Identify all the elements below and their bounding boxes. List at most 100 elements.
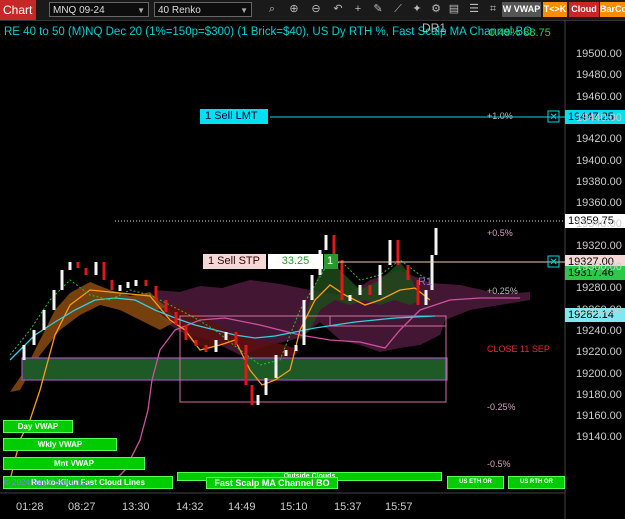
renko-brick [388, 240, 392, 265]
renko-brick [302, 300, 306, 345]
x-tick-label: 15:10 [280, 501, 308, 513]
y-tick-label: 19280.00 [576, 282, 622, 295]
renko-brick [224, 332, 228, 340]
y-tick-label: 19320.00 [576, 239, 622, 252]
renko-brick [52, 290, 56, 310]
search-icon[interactable]: ⌕ [265, 2, 279, 17]
chart-toolbar: Chart MNQ 09-24 ▼ 40 Renko ▼ ⌕ ⊕ ⊖ ↶ + ✎… [0, 0, 625, 21]
y-tick-label: 19500.00 [576, 48, 622, 60]
zoom-out-icon[interactable]: ⊖ [309, 2, 323, 17]
renko-brick [368, 285, 372, 295]
y-tick-label: 19460.00 [576, 90, 622, 103]
day-vwap-button[interactable]: Day VWAP [3, 420, 73, 433]
renko-brick [434, 228, 438, 255]
y-tick-label: 19340.00 [576, 218, 622, 231]
mnt-vwap-button[interactable]: Mnt VWAP [3, 457, 145, 470]
settings-icon[interactable]: ☰ [467, 2, 481, 17]
renko-brick [194, 340, 198, 346]
grid-icon[interactable]: ⌗ [486, 2, 500, 17]
renko-brick [214, 340, 218, 352]
x-tick-label: 15:37 [334, 501, 362, 513]
renko-brick [424, 290, 428, 305]
stp-pnl: 33.25 [268, 254, 323, 269]
trend-icon[interactable]: ⟋ [391, 2, 405, 17]
renko-brick [310, 275, 314, 300]
renko-brick [284, 350, 288, 356]
tk-button[interactable]: T<>K [543, 2, 567, 17]
fast-scalp-button[interactable]: Fast Scalp MA Channel BO [206, 477, 338, 489]
renko-brick [324, 235, 328, 250]
renko-brick [256, 395, 260, 405]
renko-brick [378, 265, 382, 295]
renko-brick [94, 262, 98, 275]
x-tick-label: 15:57 [385, 501, 413, 513]
y-tick-label: 19300.00 [576, 261, 622, 273]
us-rth-or-button[interactable]: US RTH OR [508, 476, 565, 489]
sell-stp-order[interactable]: 1 Sell STP [203, 254, 266, 269]
renko-brick [204, 345, 208, 352]
y-tick-label: 19480.00 [576, 69, 622, 82]
level-plus-025: +0.25% [487, 286, 518, 296]
x-tick-label: 14:49 [228, 501, 256, 513]
y-tick-label: 19260.00 [576, 303, 622, 316]
renko-brick [396, 240, 400, 265]
x-tick-label: 14:32 [176, 501, 204, 513]
renko-brick [164, 300, 168, 312]
renko-brick [32, 330, 36, 345]
y-tick-label: 19220.00 [576, 346, 622, 359]
renko-brick [264, 378, 268, 395]
strategy-icon[interactable]: ⚙ [429, 2, 443, 17]
wkly-vwap-button[interactable]: Wkly VWAP [3, 438, 117, 451]
renko-brick [102, 262, 106, 280]
chevron-down-icon: ▼ [137, 6, 145, 15]
renko-brick [134, 280, 138, 286]
level-minus-05: -0.5% [487, 459, 511, 469]
renko-brick [154, 286, 158, 300]
dr1-label: DR1 [422, 21, 447, 35]
cloud-button[interactable]: Cloud [569, 2, 599, 17]
stp-qty[interactable]: 1 [324, 254, 338, 269]
instrument-title: RE 40 to 50 (M)NQ Dec 20 (1%=150p=$300) … [4, 26, 533, 38]
top-percent-label: 0.49% 88.75 [489, 27, 551, 39]
svg-text:✕: ✕ [550, 112, 558, 123]
period-value: 40 Renko [158, 5, 201, 16]
pencil-icon[interactable]: ✎ [371, 2, 385, 17]
svg-text:✕: ✕ [550, 257, 558, 268]
y-tick-label: 19380.00 [576, 175, 622, 188]
x-tick-label: 13:30 [122, 501, 150, 513]
us-eth-or-button[interactable]: US ETH OR [447, 476, 504, 489]
period-selector[interactable]: 40 Renko ▼ [154, 2, 252, 17]
renko-brick [274, 355, 278, 378]
copyright: © 2024 NinjaTrader, LLC [4, 478, 93, 487]
renko-brick [358, 285, 362, 295]
star-icon[interactable]: ✦ [410, 2, 424, 17]
chevron-down-icon: ▼ [240, 6, 248, 15]
crosshair-icon[interactable]: + [351, 2, 365, 17]
renko-brick [250, 385, 254, 405]
undo-icon[interactable]: ↶ [331, 2, 345, 17]
barcolor-button[interactable]: BarCo [600, 2, 625, 17]
zoom-in-icon[interactable]: ⊕ [287, 2, 301, 17]
sell-lmt-order[interactable]: 1 Sell LMT [200, 109, 268, 124]
close-level: CLOSE 11 SEP [487, 344, 550, 354]
instrument-selector[interactable]: MNQ 09-24 ▼ [49, 2, 149, 17]
y-tick-label: 19160.00 [576, 410, 622, 423]
renko-brick [68, 262, 72, 270]
chart-tab[interactable]: Chart [0, 0, 36, 20]
y-tick-label: 19140.00 [576, 431, 622, 444]
level-plus-05: +0.5% [487, 228, 513, 238]
renko-brick [84, 268, 88, 275]
x-tick-label: 01:28 [16, 501, 44, 513]
renko-brick [144, 280, 148, 286]
or-zone [21, 357, 448, 381]
y-tick-label: 19400.00 [576, 154, 622, 167]
bars-icon[interactable]: ▤ [447, 2, 461, 17]
level-plus-1: +1.0% [487, 111, 513, 121]
y-tick-label: 19200.00 [576, 367, 622, 380]
renko-brick [294, 345, 298, 351]
renko-brick [348, 295, 352, 301]
wvwap-button[interactable]: W VWAP [502, 2, 541, 17]
y-tick-label: 19360.00 [576, 197, 622, 210]
renko-brick [60, 270, 64, 290]
renko-brick [244, 345, 248, 385]
